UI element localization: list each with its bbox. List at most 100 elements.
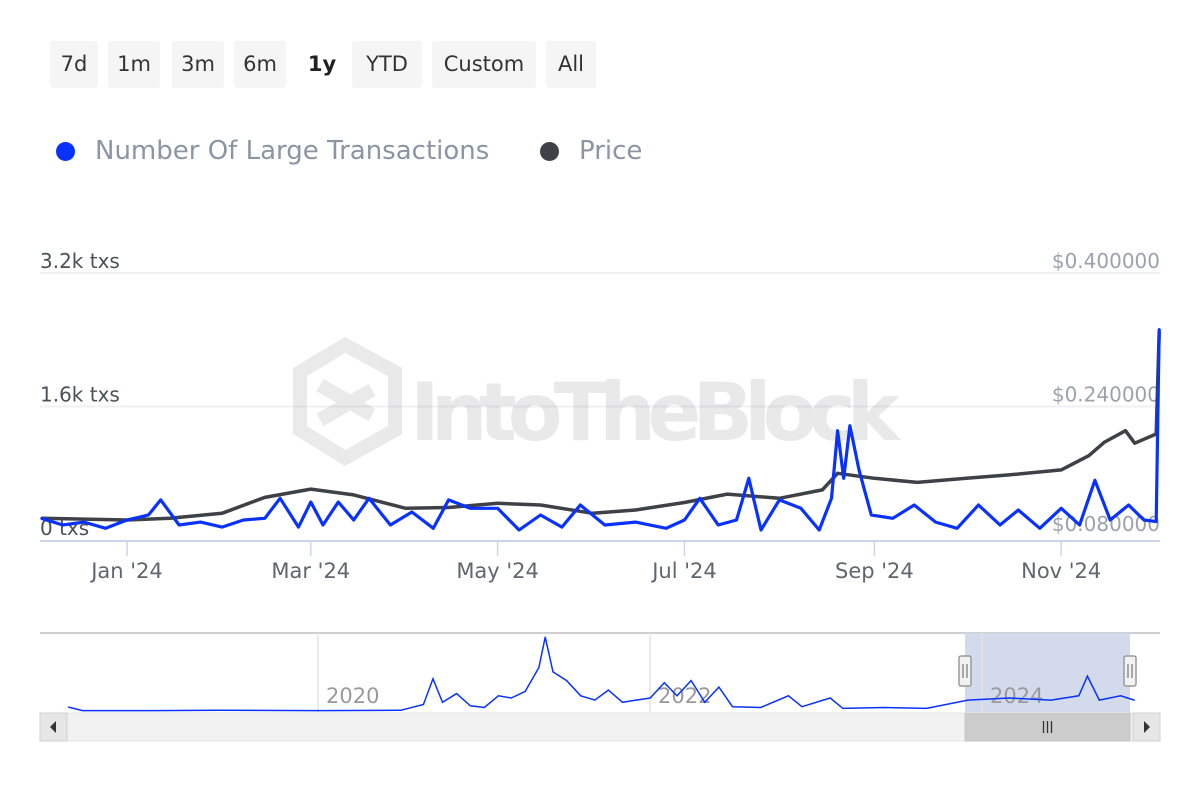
y-right-tick-label: $0.400000 <box>1052 249 1160 273</box>
price-point <box>591 512 594 515</box>
transactions-point <box>1142 518 1145 521</box>
legend-item-transactions[interactable]: Number Of Large Transactions <box>56 132 489 170</box>
series-price <box>40 330 1161 522</box>
x-tick-label: Mar '24 <box>271 559 350 583</box>
y-left-tick-label: 0 txs <box>40 516 89 540</box>
navigator-point <box>317 709 319 712</box>
navigator-point <box>621 701 624 703</box>
chart: IntoTheBlock 3.2k txs 1.6k txs 0 txs $0.4000… <box>39 249 1161 742</box>
transactions-point <box>279 497 282 500</box>
navigator-point <box>1086 675 1089 677</box>
transactions-point <box>735 518 738 521</box>
price-point <box>1158 330 1161 333</box>
price-point <box>1124 429 1127 432</box>
transactions-point <box>913 503 916 506</box>
transactions-point <box>263 517 266 520</box>
handle-grip-icon <box>958 655 972 687</box>
transactions-point <box>634 521 637 524</box>
price-point <box>916 481 919 484</box>
transactions-point <box>842 477 845 480</box>
price-point <box>263 496 266 499</box>
transactions-point <box>891 517 894 520</box>
legend-dot-icon <box>56 141 75 161</box>
navigator-point <box>607 689 610 691</box>
series-transactions <box>40 327 1161 532</box>
navigator-point <box>594 699 596 701</box>
x-tick-label: Jul '24 <box>650 559 717 583</box>
transactions-point <box>956 527 959 530</box>
navigator-point <box>690 679 692 682</box>
range-button-3m[interactable]: 3m <box>172 41 224 88</box>
price-point <box>1103 441 1106 444</box>
price-point <box>168 517 171 520</box>
price-point <box>309 488 312 491</box>
scrollbar-thumb[interactable] <box>964 712 1131 742</box>
navigator-point <box>967 699 969 701</box>
navigator-point <box>544 636 546 638</box>
navigator-point <box>151 709 153 712</box>
y-left-tick-label: 1.6k txs <box>40 383 120 407</box>
navigator-point <box>422 703 425 706</box>
navigator-point <box>432 678 434 680</box>
price-point <box>1008 473 1011 476</box>
navigator-point <box>456 693 458 695</box>
navigator-point <box>635 699 637 701</box>
navigator-point <box>1120 695 1122 697</box>
watermark-text: IntoTheBlock <box>410 366 902 459</box>
transactions-point <box>579 503 582 506</box>
transactions-point <box>1155 520 1158 523</box>
range-button-all[interactable]: All <box>546 41 596 88</box>
navigator-handle-right[interactable] <box>1123 655 1137 687</box>
price-point <box>1155 433 1158 436</box>
navigator-point <box>1133 699 1135 701</box>
navigator-point <box>566 679 568 682</box>
transactions-point <box>848 424 851 427</box>
navigator-point <box>483 706 485 709</box>
navigator-handle-left[interactable] <box>958 655 972 687</box>
range-button-ytd[interactable]: YTD <box>352 41 422 88</box>
price-point <box>404 507 407 510</box>
transactions-point <box>40 517 43 520</box>
transactions-point <box>309 501 312 504</box>
transactions-point <box>410 511 413 514</box>
y-left-tick-label: 3.2k txs <box>40 249 120 273</box>
range-button-6m[interactable]: 6m <box>234 41 286 88</box>
navigator-point <box>510 697 512 699</box>
transactions-point <box>337 501 340 504</box>
navigator-point <box>676 695 678 697</box>
navigator-point <box>663 682 665 684</box>
legend-dot-icon <box>540 141 559 161</box>
transactions-point <box>858 469 861 472</box>
navigator-point <box>220 709 222 711</box>
range-button-1y[interactable]: 1y <box>298 41 346 88</box>
legend-item-price[interactable]: Price <box>540 132 642 170</box>
scroll-right-button[interactable] <box>1132 712 1161 742</box>
navigator-point <box>925 707 928 709</box>
transactions-point <box>1127 503 1130 506</box>
navigator-point <box>718 686 720 688</box>
transactions-point <box>432 527 435 530</box>
range-button-1m[interactable]: 1m <box>108 41 160 88</box>
transactions-point <box>178 523 181 526</box>
scroll-left-button[interactable] <box>39 712 68 742</box>
transactions-point <box>367 497 370 500</box>
navigator-tick-label: 2024 <box>990 684 1043 708</box>
transactions-point <box>147 513 150 516</box>
navigator-scrollbar[interactable] <box>39 712 1161 742</box>
transactions-point <box>760 528 763 531</box>
navigator-point <box>400 709 402 711</box>
transactions-point <box>683 518 686 521</box>
navigator-point <box>731 706 734 708</box>
range-button-7d[interactable]: 7d <box>50 41 98 88</box>
price-point <box>1133 442 1136 445</box>
transactions-point <box>297 526 300 529</box>
legend-label: Number Of Large Transactions <box>95 136 490 166</box>
transactions-point <box>870 513 873 516</box>
price-point <box>496 502 499 505</box>
transactions-point <box>836 429 839 432</box>
range-button-custom[interactable]: Custom <box>432 41 536 88</box>
transactions-point <box>1017 508 1020 511</box>
price-line <box>41 331 1161 522</box>
transactions-point <box>518 528 521 531</box>
legend-label: Price <box>579 136 643 166</box>
